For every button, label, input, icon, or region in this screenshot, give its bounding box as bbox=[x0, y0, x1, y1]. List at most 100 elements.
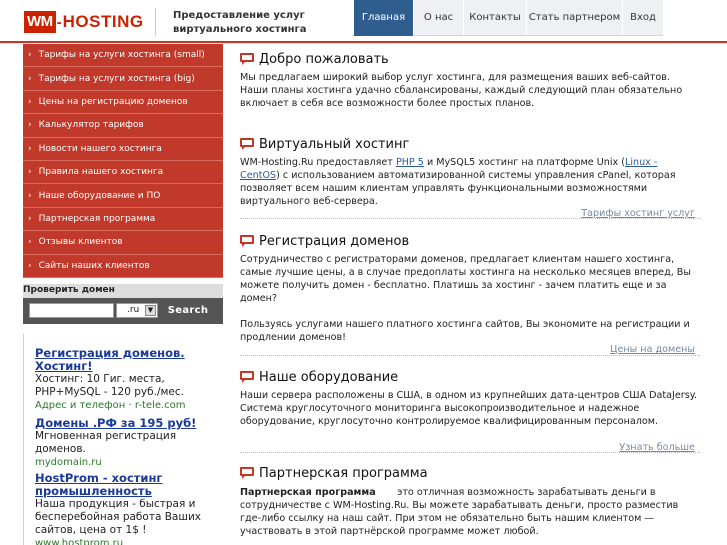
section-body: Партнерская программа это отличная возмо… bbox=[240, 486, 700, 538]
sidebar-item-domain-prices[interactable]: › Цены на регистрацию доменов bbox=[23, 90, 223, 115]
chevron-right-icon: › bbox=[28, 143, 32, 154]
section-partner: Партнерская программа Партнерская програ… bbox=[240, 463, 700, 538]
speech-bubble-icon bbox=[240, 235, 254, 247]
ad-item: HostProm - хостинг промышленность Наша п… bbox=[35, 472, 223, 545]
header: WM - HOSTING Предоставление услуг виртуаль… bbox=[0, 0, 727, 44]
chevron-right-icon: › bbox=[28, 167, 32, 178]
ad-url[interactable]: mydomain.ru bbox=[35, 456, 223, 469]
chevron-right-icon: › bbox=[28, 260, 32, 271]
section-header: Наше оборудование bbox=[240, 367, 700, 387]
chevron-down-icon[interactable]: ▼ bbox=[145, 305, 156, 316]
nav-login[interactable]: Вход bbox=[622, 0, 663, 36]
sidebar-item-label: Тарифы на услуги хостинга (small) bbox=[38, 50, 205, 61]
nav-become-partner[interactable]: Стать партнером bbox=[526, 0, 622, 36]
header-divider bbox=[155, 8, 156, 36]
section-domains: Регистрация доменов Сотрудничество с рег… bbox=[240, 231, 700, 356]
section-body: Мы предлагаем широкий выбор услуг хостин… bbox=[240, 72, 683, 109]
ad-url-line: Адрес и телефон · r-tele.com bbox=[35, 399, 223, 412]
section-header: Добро пожаловать bbox=[240, 49, 700, 69]
ad-text: Мгновенная регистрация доменов. bbox=[35, 430, 177, 455]
section-header: Регистрация доменов bbox=[240, 231, 700, 251]
chevron-right-icon: › bbox=[28, 50, 32, 61]
ad-title[interactable]: Домены .РФ за 195 руб! bbox=[35, 417, 223, 430]
ad-item: Домены .РФ за 195 руб! Мгновенная регист… bbox=[35, 417, 223, 469]
section-title: Добро пожаловать bbox=[259, 51, 389, 67]
domain-search-button[interactable]: Search bbox=[162, 303, 214, 318]
domain-input[interactable] bbox=[29, 303, 114, 318]
section-title: Виртуальный хостинг bbox=[259, 136, 410, 152]
sidebar-item-news[interactable]: › Новости нашего хостинга bbox=[23, 137, 223, 161]
virtual-text-1: WM-Hosting.Ru предоставляет bbox=[240, 157, 396, 168]
ad-address-link[interactable]: Адрес и телефон bbox=[35, 400, 125, 411]
logo[interactable]: WM - HOSTING bbox=[24, 11, 144, 33]
chevron-right-icon: › bbox=[28, 213, 32, 224]
section-divider bbox=[240, 355, 700, 356]
sidebar-item-label: Калькулятор тарифов bbox=[38, 120, 144, 131]
sidebar-item-tariffs-small[interactable]: › Тарифы на услуги хостинга (small) bbox=[23, 44, 223, 68]
logo-dash: - bbox=[56, 13, 62, 31]
speech-bubble-icon bbox=[240, 467, 254, 479]
sidebar-item-client-sites[interactable]: › Сайты наших клиентов bbox=[23, 254, 223, 278]
domain-zone-select[interactable]: .ru ▼ bbox=[116, 303, 158, 318]
domain-zone-value: .ru bbox=[127, 305, 140, 315]
sidebar-item-partner[interactable]: › Партнерская программа bbox=[23, 207, 223, 232]
chevron-right-icon: › bbox=[28, 73, 32, 84]
section-virtual-hosting: Виртуальный хостинг WM-Hosting.Ru предос… bbox=[240, 134, 700, 219]
php-link[interactable]: PHP 5 bbox=[396, 157, 424, 168]
more-link-domain-prices[interactable]: Цены на домены bbox=[610, 344, 695, 355]
ads-block: Регистрация доменов. Хостинг! Хостинг: 1… bbox=[23, 334, 223, 545]
virtual-text-2: и MySQL5 хостинг на платформе Unix ( bbox=[423, 157, 625, 168]
chevron-right-icon: › bbox=[28, 190, 32, 201]
ad-text: Наша продукция - быстрая и бесперебойная… bbox=[35, 498, 202, 536]
more-link-learn-more[interactable]: Узнать больше bbox=[619, 442, 695, 453]
sidebar-menu: › Тарифы на услуги хостинга (small) › Тари… bbox=[23, 44, 223, 278]
sidebar-item-label: Правила нашего хостинга bbox=[38, 167, 164, 178]
main-nav: Главная О нас Контакты Стать партнером В… bbox=[353, 0, 663, 36]
sidebar-item-label: Сайты наших клиентов bbox=[38, 260, 150, 271]
section-body: Наши сервера расположены в США, в одном … bbox=[240, 390, 698, 427]
section-title: Регистрация доменов bbox=[259, 233, 410, 249]
logo-wm: WM bbox=[24, 11, 56, 33]
section-header: Виртуальный хостинг bbox=[240, 134, 700, 154]
speech-bubble-icon bbox=[240, 371, 254, 383]
section-title: Партнерская программа bbox=[259, 465, 428, 481]
domain-check-title: Проверить домен bbox=[23, 285, 115, 295]
sidebar-item-tariffs-big[interactable]: › Тарифы на услуги хостинга (big) bbox=[23, 67, 223, 91]
section-body: WM-Hosting.Ru предоставляет PHP 5 и MySQ… bbox=[240, 156, 700, 208]
ad-url[interactable]: r-tele.com bbox=[135, 400, 186, 411]
ad-text: Хостинг: 10 Гиг. места, PHP+MySQL - 120 … bbox=[35, 373, 184, 398]
section-title: Наше оборудование bbox=[259, 369, 399, 385]
sidebar-item-calculator[interactable]: › Калькулятор тарифов bbox=[23, 114, 223, 138]
tagline: Предоставление услуг виртуального хостин… bbox=[173, 10, 307, 35]
sidebar-item-label: Новости нашего хостинга bbox=[38, 143, 162, 154]
section-header: Партнерская программа bbox=[240, 463, 700, 483]
partner-bold-text: Партнерская программа bbox=[240, 487, 376, 498]
ad-item: Регистрация доменов. Хостинг! Хостинг: 1… bbox=[35, 347, 223, 412]
speech-bubble-icon bbox=[240, 138, 254, 150]
ad-title[interactable]: HostProm - хостинг промышленность bbox=[35, 472, 223, 498]
chevron-right-icon: › bbox=[28, 120, 32, 131]
section-body-2: Пользуясь услугами нашего платного хости… bbox=[240, 319, 690, 343]
nav-about[interactable]: О нас bbox=[413, 0, 463, 36]
section-body: Сотрудничество с регистраторами доменов,… bbox=[240, 254, 691, 304]
sidebar-item-label: Отзывы клиентов bbox=[38, 237, 123, 248]
logo-hosting: HOSTING bbox=[62, 12, 144, 31]
section-equipment: Наше оборудование Наши сервера расположе… bbox=[240, 367, 700, 453]
sidebar-item-rules[interactable]: › Правила нашего хостинга bbox=[23, 160, 223, 185]
sidebar-item-label: Цены на регистрацию доменов bbox=[38, 96, 188, 107]
virtual-text-3: ) с использованием автоматизированной си… bbox=[240, 170, 676, 207]
more-link-hosting-tariffs[interactable]: Тарифы хостинг услуг bbox=[581, 208, 695, 219]
ad-url[interactable]: www.hostprom.ru bbox=[35, 537, 223, 545]
speech-bubble-icon bbox=[240, 53, 254, 65]
sidebar-item-label: Партнерская программа bbox=[38, 213, 156, 224]
sidebar-item-label: Наше оборудование и ПО bbox=[38, 190, 161, 201]
nav-home[interactable]: Главная bbox=[353, 0, 413, 36]
nav-contacts[interactable]: Контакты bbox=[463, 0, 526, 36]
sidebar-item-reviews[interactable]: › Отзывы клиентов bbox=[23, 231, 223, 255]
chevron-right-icon: › bbox=[28, 96, 32, 107]
ad-title[interactable]: Регистрация доменов. Хостинг! bbox=[35, 347, 223, 373]
sidebar-item-equipment[interactable]: › Наше оборудование и ПО bbox=[23, 184, 223, 208]
section-welcome: Добро пожаловать Мы предлагаем широкий в… bbox=[240, 49, 700, 110]
chevron-right-icon: › bbox=[28, 237, 32, 248]
sidebar-item-label: Тарифы на услуги хостинга (big) bbox=[38, 73, 195, 84]
